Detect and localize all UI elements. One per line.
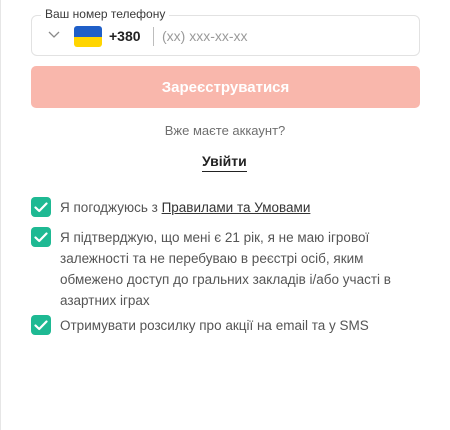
- chevron-down-icon[interactable]: [48, 31, 60, 39]
- country-code: +380: [109, 28, 141, 44]
- newsletter-checkbox-label: Отримувати розсилку про акції на email т…: [60, 318, 369, 333]
- terms-link[interactable]: Правилами та Умовами: [162, 200, 311, 215]
- has-account-text: Вже маєте аккаунт?: [164, 123, 286, 138]
- ukraine-flag-icon[interactable]: [74, 26, 102, 47]
- age-checkbox-label: Я підтверджую, що мені є 21 рік, я не ма…: [60, 230, 391, 308]
- phone-input[interactable]: [162, 24, 402, 48]
- register-button[interactable]: Зареєструватися: [31, 66, 420, 108]
- terms-prefix: Я погоджуюсь з: [60, 200, 162, 215]
- login-link[interactable]: Увійти: [202, 153, 247, 172]
- checkmark-icon: [34, 319, 48, 330]
- phone-separator: [153, 27, 154, 46]
- newsletter-checkbox-row: Отримувати розсилку про акції на email т…: [31, 315, 420, 336]
- left-divider: [0, 0, 1, 430]
- flag-yellow-stripe: [74, 36, 102, 47]
- terms-checkbox-label: Я погоджуюсь з Правилами та Умовами: [60, 197, 420, 218]
- terms-checkbox[interactable]: [31, 197, 51, 217]
- phone-field: Ваш номер телефону +380: [31, 7, 420, 56]
- flag-blue-stripe: [74, 26, 102, 37]
- checkmark-icon: [34, 201, 48, 212]
- age-checkbox-row: Я підтверджую, що мені є 21 рік, я не ма…: [31, 227, 420, 311]
- checkmark-icon: [34, 231, 48, 242]
- age-checkbox[interactable]: [31, 227, 51, 247]
- newsletter-checkbox[interactable]: [31, 315, 51, 335]
- terms-checkbox-row: Я погоджуюсь з Правилами та Умовами: [31, 197, 420, 218]
- phone-field-label: Ваш номер телефону: [41, 7, 170, 21]
